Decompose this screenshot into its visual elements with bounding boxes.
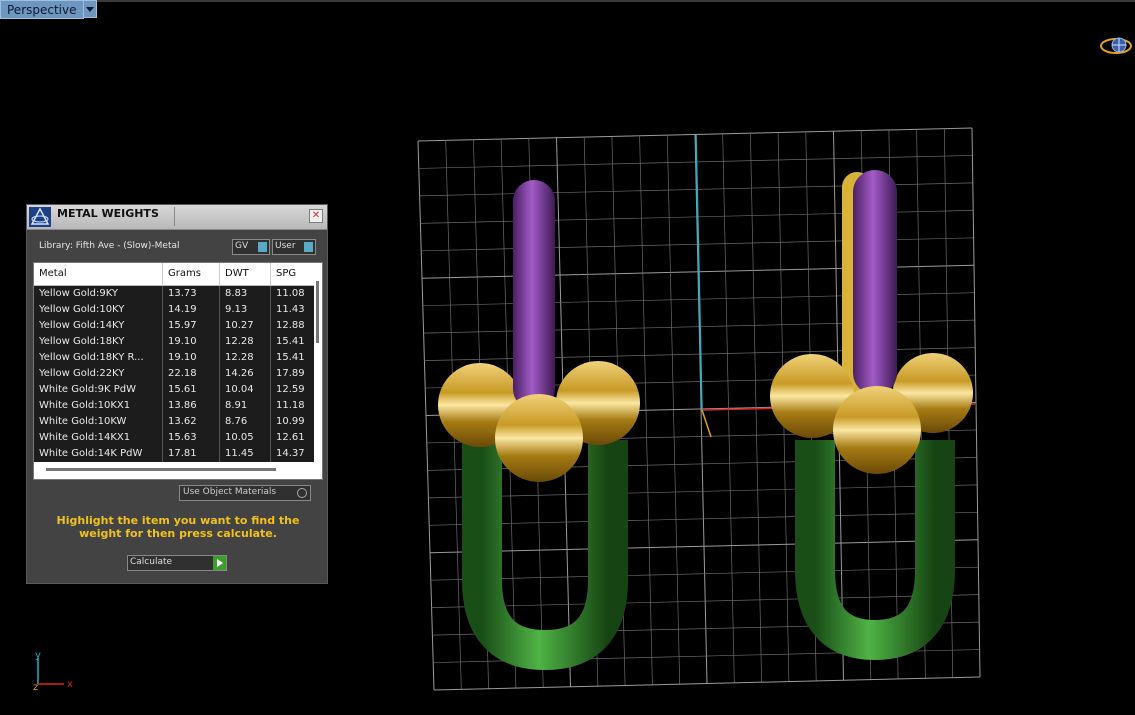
close-icon[interactable]: ✕ [309,209,323,223]
table-header: Metal Grams DWT SPG [34,263,314,286]
user-toggle[interactable]: User [272,239,316,255]
metal-weights-panel: METAL WEIGHTS ✕ Library: Fifth Ave - (Sl… [26,204,328,584]
cell-dwt: 10.04 [225,384,254,395]
gv-toggle-label: GV [235,241,249,251]
cell-dwt: 12.28 [225,336,254,347]
cell-dwt: 8.76 [225,416,248,427]
cell-metal: White Gold:14KX1 [39,432,131,443]
user-toggle-label: User [275,241,296,251]
matrix-logo-icon [29,207,51,227]
pendant-model-left[interactable] [438,180,640,671]
cell-spg: 12.59 [276,384,305,395]
axis-z-label: z [33,682,38,693]
table-row[interactable]: White Gold:14K PdW 17.81 11.45 14.37 [34,446,314,462]
gv-toggle[interactable]: GV [232,239,270,255]
cell-grams: 19.10 [168,352,197,363]
axis-y-label: y [35,650,41,661]
cell-metal: White Gold:10KW [39,416,127,427]
column-divider [270,263,271,285]
radio-circle-icon [297,488,307,498]
panel-title: METAL WEIGHTS [57,207,159,220]
cell-grams: 13.62 [168,416,197,427]
table-row[interactable]: White Gold:10KX1 13.86 8.91 11.18 [34,398,314,414]
cell-spg: 10.99 [276,416,305,427]
cell-metal: Yellow Gold:18KY [39,336,125,347]
navigation-gizmo-icon[interactable] [1099,34,1133,58]
table-row[interactable]: Yellow Gold:18KY 19.10 12.28 15.41 [34,334,314,350]
materials-dropdown-label: Use Object Materials [183,487,277,497]
table-row[interactable]: Yellow Gold:14KY 15.97 10.27 12.88 [34,318,314,334]
panel-title-bar[interactable]: METAL WEIGHTS ✕ [27,205,327,230]
cell-grams: 19.10 [168,336,197,347]
column-divider [219,263,220,285]
cell-metal: White Gold:14K PdW [39,448,143,459]
cell-metal: Yellow Gold:9KY [39,288,118,299]
table-row[interactable]: Yellow Gold:18KY R... 19.10 12.28 15.41 [34,350,314,366]
cell-dwt: 8.83 [225,288,248,299]
cell-dwt: 9.13 [225,304,248,315]
table-row[interactable]: Yellow Gold:10KY 14.19 9.13 11.43 [34,302,314,318]
cell-spg: 11.43 [276,304,305,315]
library-label: Library: Fifth Ave - (Slow)-Metal [39,241,180,251]
cell-metal: Yellow Gold:10KY [39,304,125,315]
cell-dwt: 10.27 [225,320,254,331]
cell-dwt: 11.45 [225,448,254,459]
axis-indicator-icon: y z x [33,650,73,693]
column-header-grams[interactable]: Grams [168,268,201,279]
table-row[interactable]: Yellow Gold:22KY 22.18 14.26 17.89 [34,366,314,382]
table-row[interactable]: White Gold:10KW 13.62 8.76 10.99 [34,414,314,430]
table-row[interactable]: White Gold:9K PdW 15.61 10.04 12.59 [34,382,314,398]
scroll-thumb[interactable] [316,281,319,343]
cell-grams: 15.63 [168,432,197,443]
grid-y-axis [695,134,703,411]
cell-grams: 13.73 [168,288,197,299]
cell-grams: 22.18 [168,368,197,379]
cell-spg: 11.08 [276,288,305,299]
title-separator [174,207,175,226]
cell-spg: 15.41 [276,336,305,347]
cell-dwt: 14.26 [225,368,254,379]
cell-metal: White Gold:9K PdW [39,384,136,395]
table-body: Yellow Gold:9KY 13.73 8.83 11.08 Yellow Gol… [34,286,314,462]
axis-x-label: x [67,679,73,690]
column-divider [162,263,163,285]
table-row[interactable]: White Gold:14KX1 15.63 10.05 12.61 [34,430,314,446]
play-arrow-icon[interactable] [213,556,226,570]
cell-metal: Yellow Gold:22KY [39,368,125,379]
cell-grams: 15.97 [168,320,197,331]
cell-grams: 14.19 [168,304,197,315]
cell-metal: Yellow Gold:14KY [39,320,125,331]
cell-grams: 15.61 [168,384,197,395]
cell-spg: 12.61 [276,432,305,443]
calculate-label: Calculate [130,557,173,567]
toggle-knob-icon [258,242,267,252]
cell-spg: 14.37 [276,448,305,459]
cell-spg: 12.88 [276,320,305,331]
cell-dwt: 8.91 [225,400,248,411]
cell-spg: 17.89 [276,368,305,379]
materials-dropdown[interactable]: Use Object Materials [179,485,311,501]
horizontal-scrollbar[interactable] [46,468,276,471]
instruction-text: Highlight the item you want to find the … [56,514,300,540]
vertical-scrollbar[interactable] [314,277,322,453]
cell-metal: Yellow Gold:18KY R... [39,352,144,363]
cell-grams: 17.81 [168,448,197,459]
cell-spg: 11.18 [276,400,305,411]
grid-z-axis [701,409,712,438]
column-header-dwt[interactable]: DWT [225,268,249,279]
cell-dwt: 12.28 [225,352,254,363]
column-header-metal[interactable]: Metal [39,268,67,279]
column-header-spg[interactable]: SPG [276,268,296,279]
calculate-button[interactable]: Calculate [127,555,227,571]
cell-spg: 15.41 [276,352,305,363]
table-row[interactable]: Yellow Gold:9KY 13.73 8.83 11.08 [34,286,314,302]
cell-grams: 13.86 [168,400,197,411]
cell-metal: White Gold:10KX1 [39,400,131,411]
metal-weights-table[interactable]: Metal Grams DWT SPG Yellow Gold:9KY 13.73… [33,262,323,480]
toggle-knob-icon [304,242,313,252]
cell-dwt: 10.05 [225,432,254,443]
